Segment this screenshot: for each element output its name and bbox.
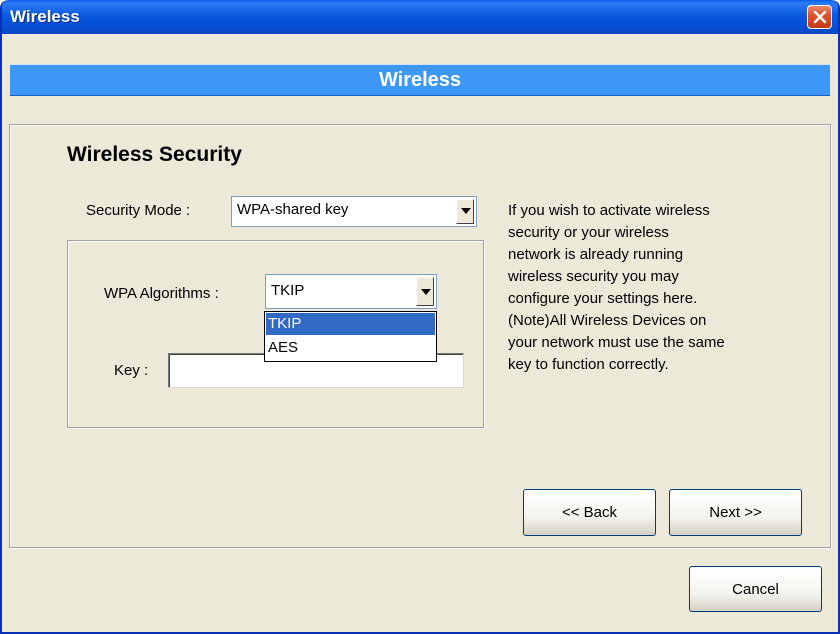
wpa-algorithms-select[interactable]: TKIP: [265, 274, 437, 309]
help-line: key to function correctly.: [508, 356, 669, 373]
section-title: Wireless Security: [67, 143, 242, 166]
chevron-down-icon: [461, 208, 471, 214]
help-line: wireless security you may: [508, 268, 679, 285]
security-mode-value: WPA-shared key: [237, 201, 349, 218]
wpa-algorithms-options: TKIP AES: [264, 311, 437, 362]
chevron-down-icon: [421, 289, 431, 295]
back-button-label: << Back: [561, 504, 618, 521]
cancel-button[interactable]: Cancel: [689, 566, 822, 612]
cancel-button-label: Cancel: [732, 580, 779, 598]
wpa-algorithms-value: TKIP: [271, 282, 305, 299]
help-line: security or your wireless: [508, 224, 669, 241]
page-banner: Wireless: [10, 64, 830, 96]
wpa-algorithms-dropdown-button[interactable]: [416, 277, 434, 306]
help-line: network is already running: [508, 246, 684, 263]
dropdown-option-tkip[interactable]: TKIP: [266, 313, 435, 335]
key-label: Key :: [114, 362, 149, 379]
back-button[interactable]: << Back: [523, 489, 656, 536]
help-line: If you wish to activate wireless: [508, 202, 710, 219]
help-line: your network must use the same: [508, 334, 725, 351]
help-text: If you wish to activate wireless securit…: [508, 200, 798, 376]
help-line: configure your settings here.: [508, 290, 698, 307]
window-title: Wireless: [10, 7, 80, 26]
close-button[interactable]: [807, 5, 832, 29]
security-mode-select[interactable]: WPA-shared key: [231, 196, 477, 227]
close-icon: [813, 10, 827, 24]
title-bar[interactable]: Wireless: [2, 0, 838, 34]
dropdown-option-aes[interactable]: AES: [266, 337, 435, 359]
banner-title: Wireless: [378, 69, 462, 91]
wpa-algorithms-label: WPA Algorithms :: [104, 285, 219, 302]
security-mode-dropdown-button[interactable]: [456, 199, 474, 224]
help-line: (Note)All Wireless Devices on: [508, 312, 707, 329]
security-mode-label: Security Mode :: [86, 202, 191, 219]
next-button-label: Next >>: [709, 504, 762, 521]
next-button[interactable]: Next >>: [669, 489, 802, 536]
